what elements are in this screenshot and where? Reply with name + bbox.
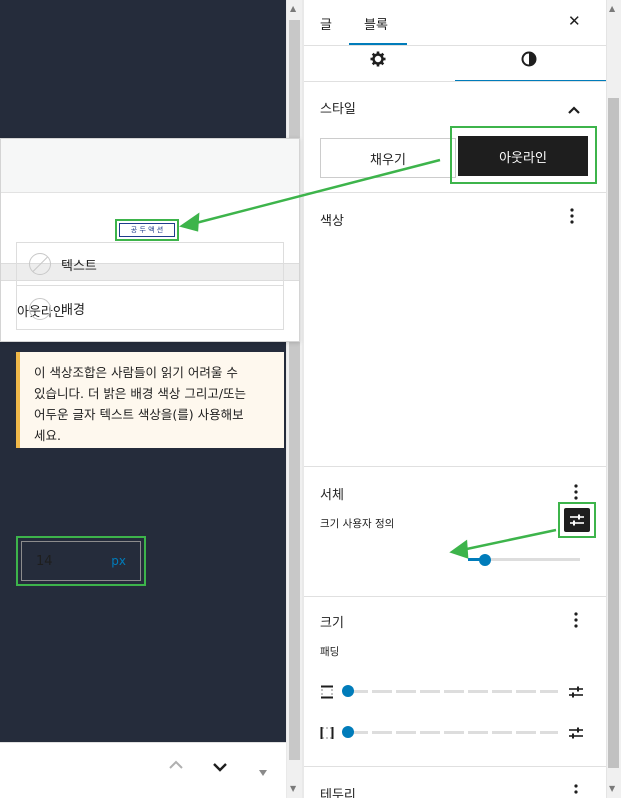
editor-screen: ▲ ▼ 공 두 액 션 아웃라인 ▲ ▼ 글 블록 ✕ 스타일 채우기 아웃라인…: [0, 0, 628, 798]
annotation-arrows: [179, 158, 557, 559]
arrow-head: [179, 212, 200, 232]
arrow-head: [449, 539, 469, 559]
arrow-style-to-preview: [191, 158, 441, 226]
arrow-toggle-to-field: [461, 528, 557, 552]
